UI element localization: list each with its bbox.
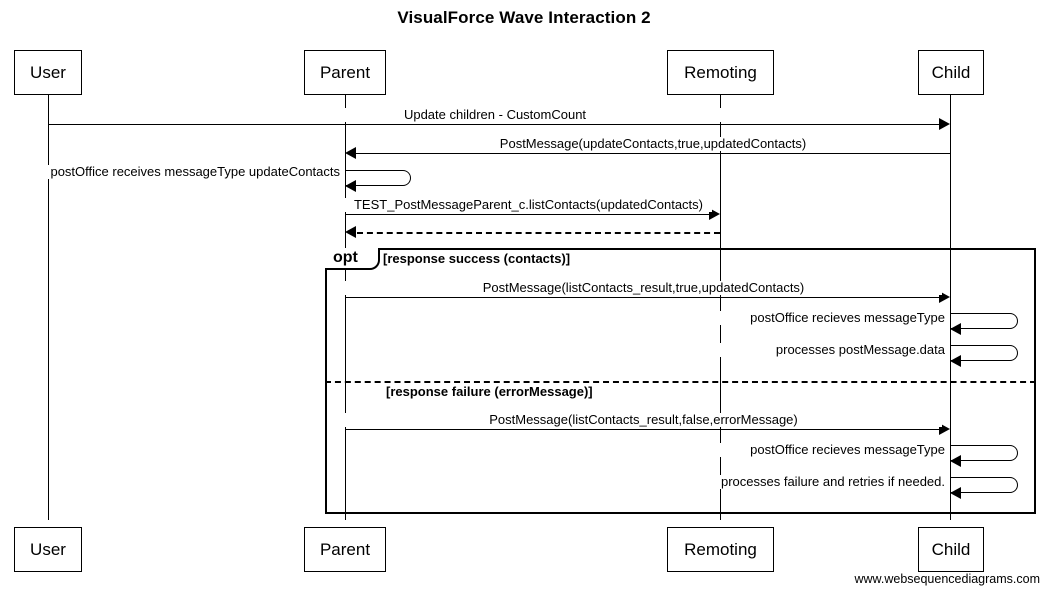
message-line-listcontacts-return [357, 232, 720, 234]
sequence-diagram: VisualForce Wave Interaction 2 User Pare… [0, 0, 1048, 596]
actor-label-child-bottom: Child [931, 540, 971, 559]
actor-box-user-top[interactable]: User [14, 50, 82, 95]
message-label-processes-postmessage-data: processes postMessage.data [700, 343, 947, 357]
opt-fragment-divider [325, 381, 1036, 383]
actor-label-remoting: Remoting [684, 63, 757, 82]
message-line-postmessage-result-false [345, 429, 942, 430]
message-label-postmessage-result-true: PostMessage(listContacts_result,true,upd… [345, 281, 942, 295]
message-line-postmessage-updatecontacts [356, 153, 950, 154]
arrowhead-processes-failure-retries [950, 487, 961, 499]
actor-label-parent: Parent [319, 63, 371, 82]
actor-label-parent-bottom: Parent [319, 540, 371, 559]
arrowhead-listcontacts-return [345, 226, 356, 238]
arrowhead-postoffice-recieves-failure [950, 455, 961, 467]
message-line-postmessage-result-true [345, 297, 942, 298]
actor-box-child-top[interactable]: Child [918, 50, 984, 95]
message-label-processes-failure-retries: processes failure and retries if needed. [690, 475, 947, 489]
actor-box-child-bottom[interactable]: Child [918, 527, 984, 572]
actor-box-remoting-bottom[interactable]: Remoting [667, 527, 774, 572]
arrowhead-processes-postmessage-data [950, 355, 961, 367]
arrowhead-postoffice-recieves-success [950, 323, 961, 335]
footer-watermark: www.websequencediagrams.com [854, 572, 1040, 586]
message-label-listcontacts-call: TEST_PostMessageParent_c.listContacts(up… [345, 198, 712, 212]
page-title: VisualForce Wave Interaction 2 [397, 8, 651, 27]
arrowhead-postmessage-updatecontacts [345, 147, 356, 159]
message-label-postoffice-recieves-failure: postOffice recieves messageType [700, 443, 947, 457]
actor-box-user-bottom[interactable]: User [14, 527, 82, 572]
opt-guard-success: [response success (contacts)] [383, 251, 571, 266]
actor-label-user: User [30, 63, 66, 82]
actor-label-remoting-bottom: Remoting [684, 540, 757, 559]
message-label-postoffice-recieves-success: postOffice recieves messageType [700, 311, 947, 325]
opt-fragment-operator-label: opt [333, 249, 358, 266]
opt-guard-failure: [response failure (errorMessage)] [386, 384, 593, 399]
lifeline-user [48, 95, 49, 520]
message-line-listcontacts-call [345, 214, 712, 215]
opt-fragment-operator-tab: opt [325, 248, 380, 270]
actor-box-parent-top[interactable]: Parent [304, 50, 386, 95]
actor-label-child: Child [931, 63, 971, 82]
actor-box-remoting-top[interactable]: Remoting [667, 50, 774, 95]
message-label-postoffice-receives-updatecontacts: postOffice receives messageType updateCo… [40, 165, 342, 179]
message-label-postmessage-updatecontacts: PostMessage(updateContacts,true,updatedC… [356, 137, 950, 151]
message-label-postmessage-result-false: PostMessage(listContacts_result,false,er… [345, 413, 942, 427]
actor-label-user-bottom: User [30, 540, 66, 559]
actor-box-parent-bottom[interactable]: Parent [304, 527, 386, 572]
message-label-update-children: Update children - CustomCount [148, 108, 842, 122]
arrowhead-postoffice-receives-updatecontacts [345, 180, 356, 192]
arrowhead-update-children [939, 118, 950, 130]
message-line-update-children [48, 124, 942, 125]
